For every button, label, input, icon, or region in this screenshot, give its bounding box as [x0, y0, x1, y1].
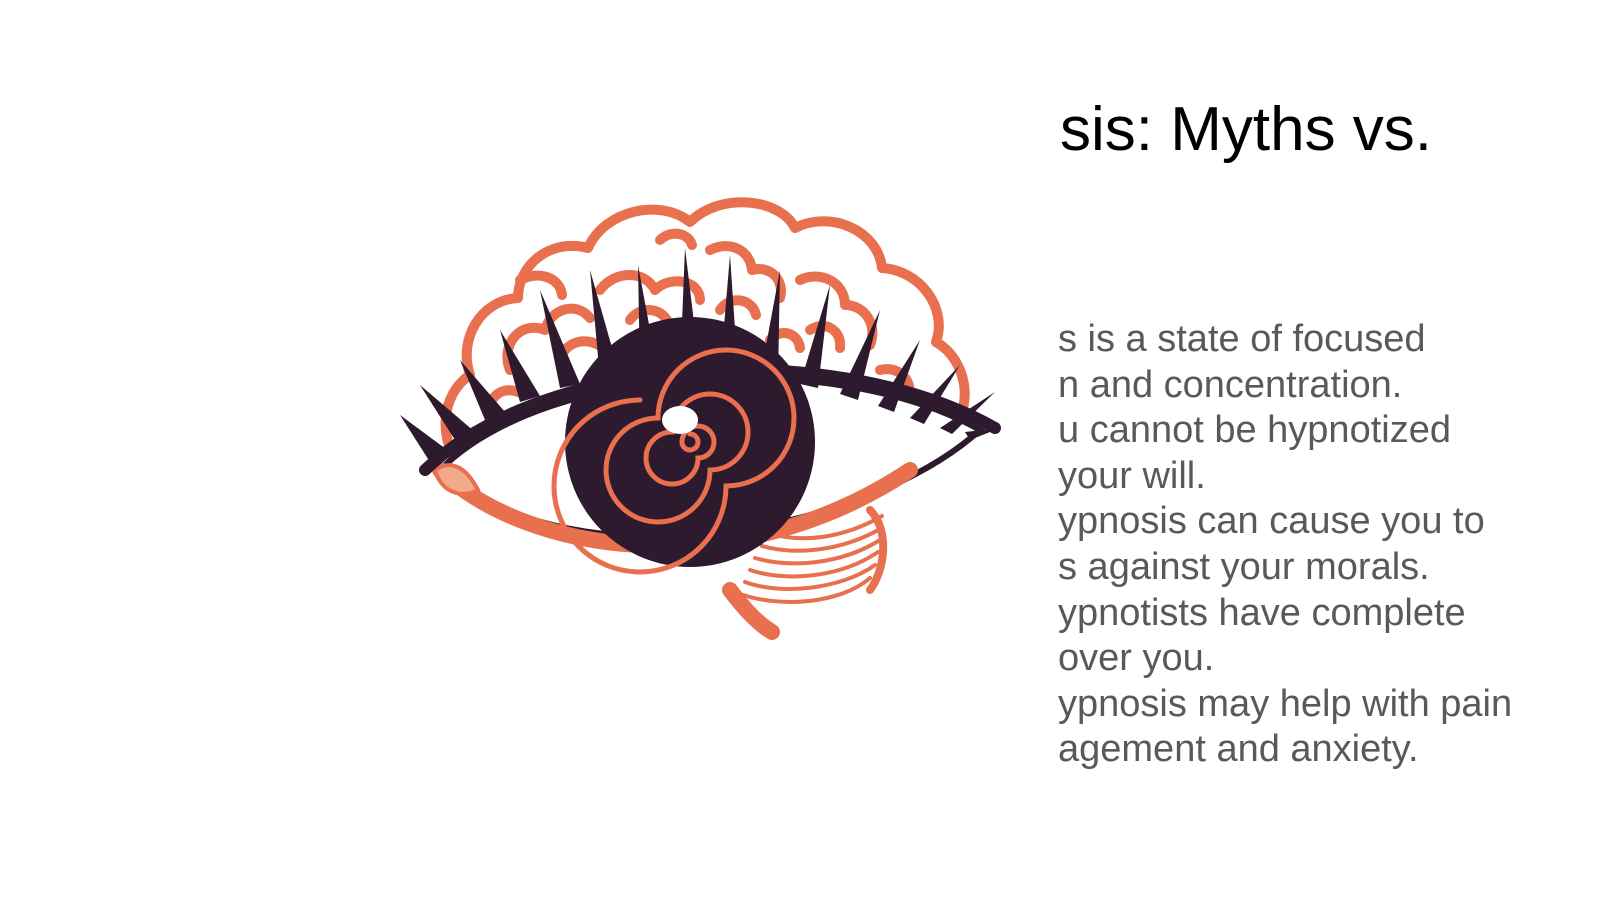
body-line: ypnosis can cause you to: [1058, 500, 1485, 543]
body-line: agement and anxiety.: [1058, 728, 1419, 771]
body-line: s is a state of focused: [1058, 318, 1426, 360]
eye-highlight: [662, 406, 698, 434]
slide-title: sis: Myths vs.: [1060, 95, 1433, 164]
body-line: over you.: [1058, 637, 1215, 680]
brain-eye-spiral-icon: [400, 170, 1040, 690]
iris: [565, 317, 815, 567]
slide: sis: Myths vs. s is a state of focused n…: [0, 0, 1600, 900]
slide-body: s is a state of focused n and concentrat…: [1058, 317, 1578, 773]
body-line: s against your morals.: [1058, 545, 1430, 588]
body-line: u cannot be hypnotized: [1058, 409, 1451, 452]
body-line: n and concentration.: [1058, 363, 1403, 406]
body-line: ypnosis may help with pain: [1058, 682, 1513, 725]
body-line: your will.: [1058, 454, 1206, 497]
body-line: ypnotists have complete: [1058, 591, 1466, 634]
